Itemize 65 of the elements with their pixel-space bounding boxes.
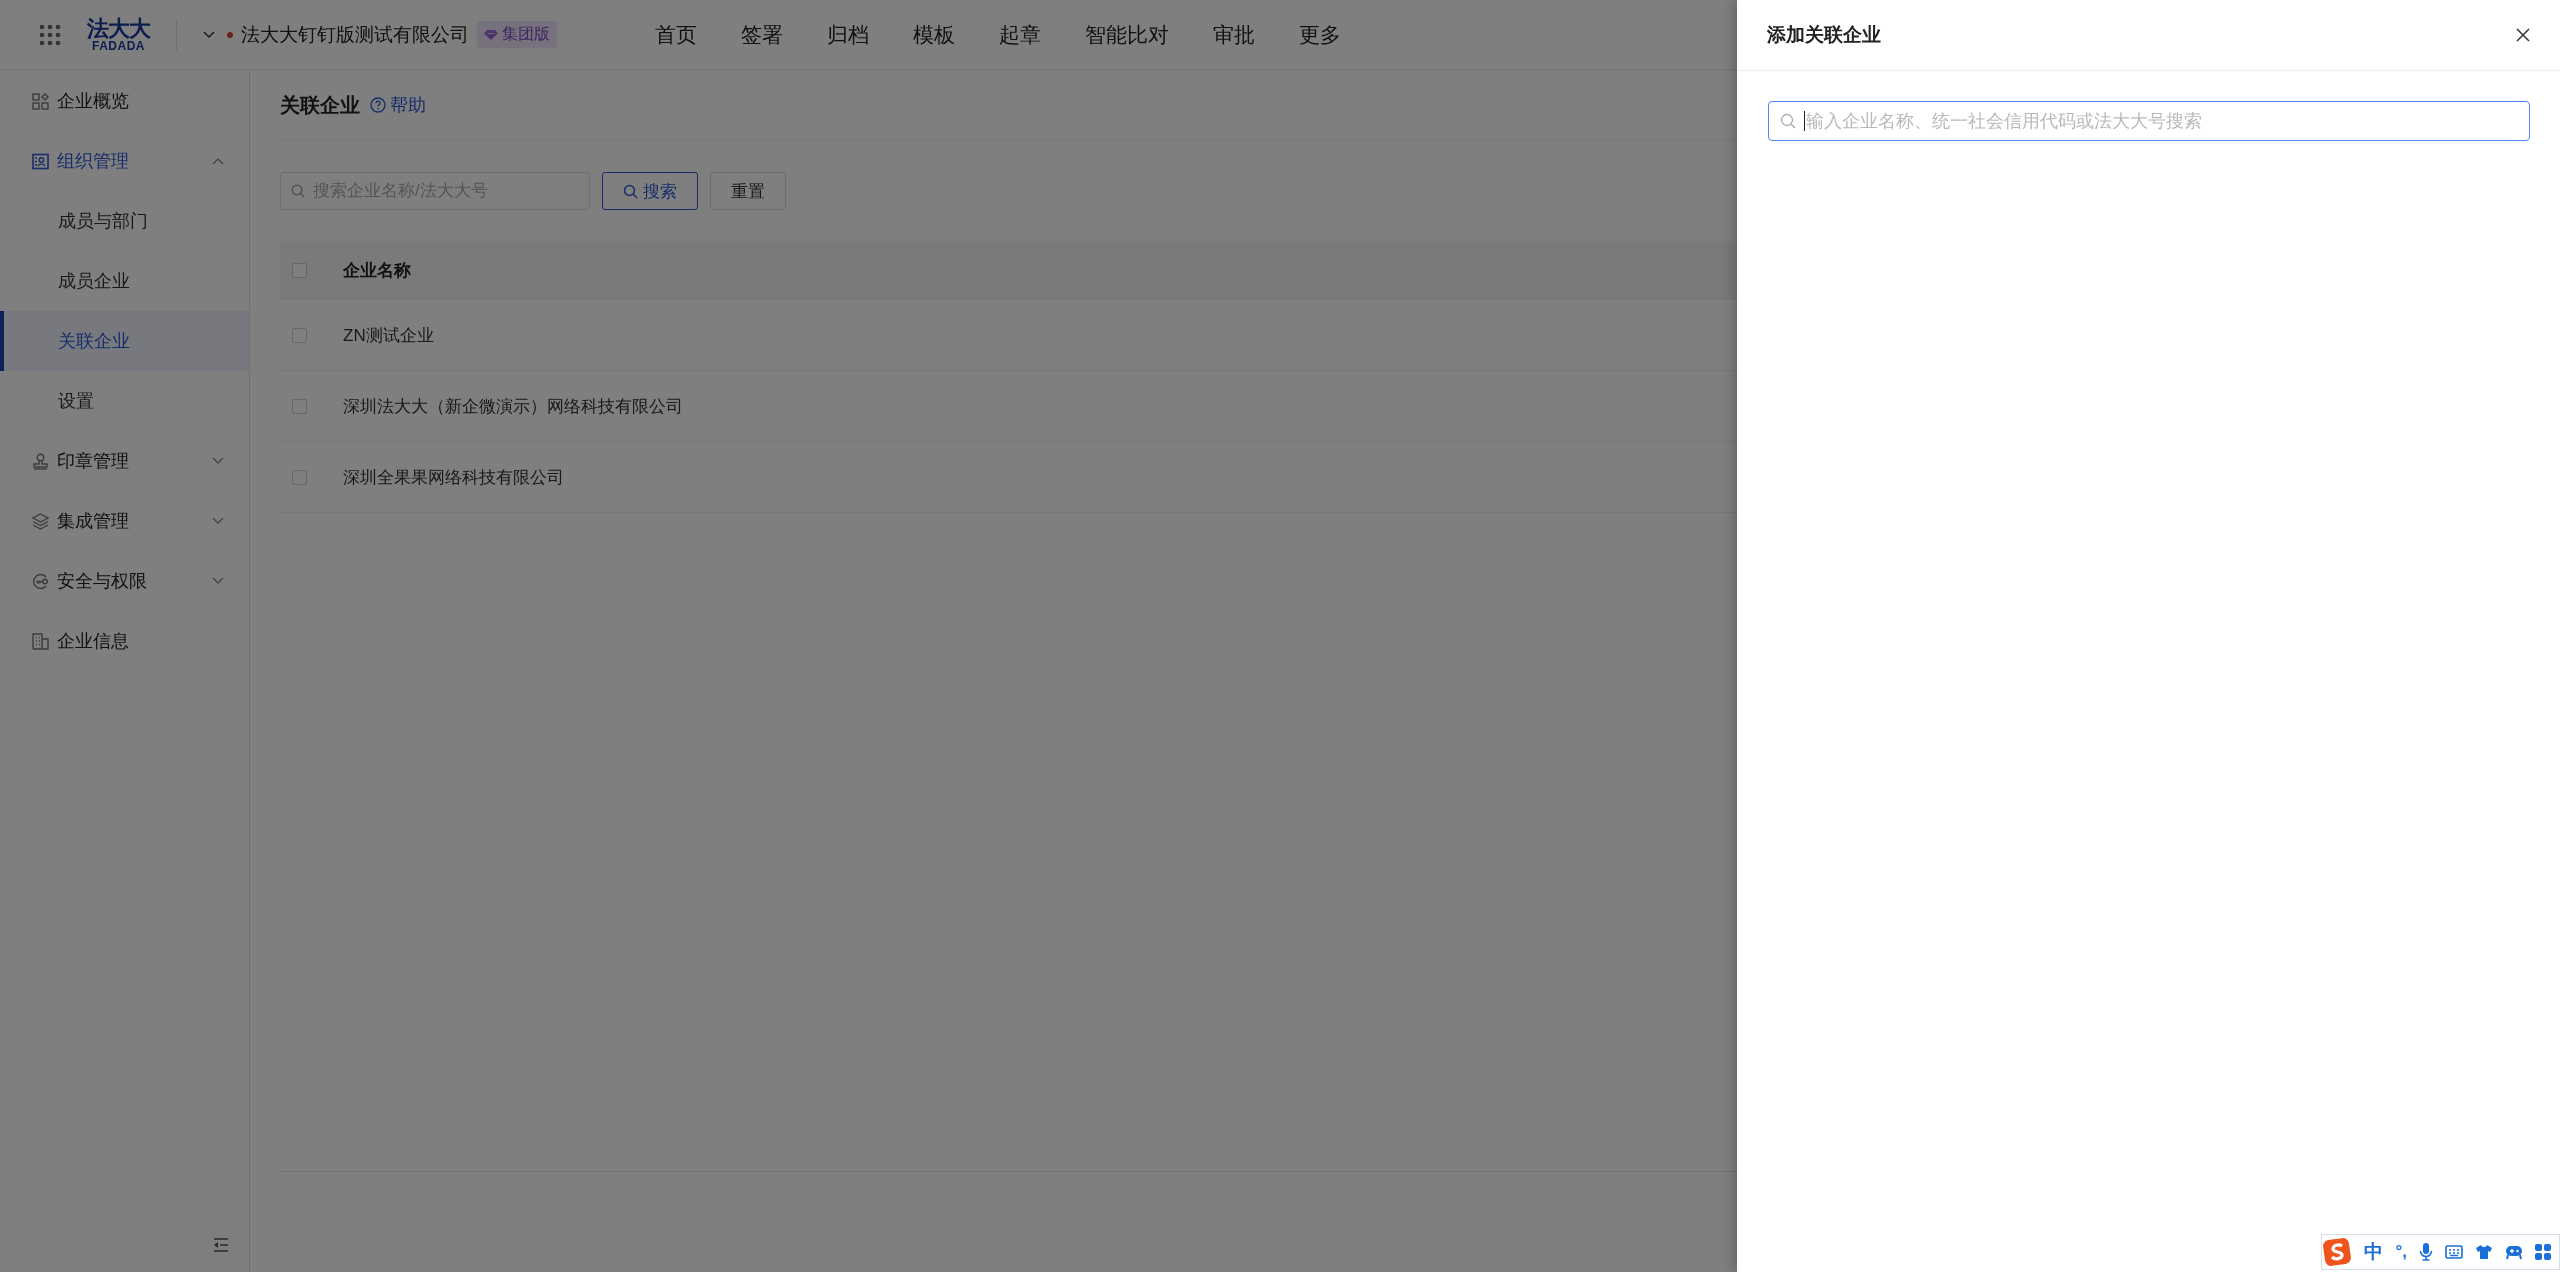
logo[interactable]: 法大大 FADADA	[87, 17, 150, 52]
app-grid-icon[interactable]	[39, 23, 61, 46]
sidebar-label: 安全与权限	[57, 570, 148, 593]
nav-link[interactable]: 首页	[655, 20, 697, 49]
gamepad-icon[interactable]	[2505, 1244, 2523, 1260]
reset-button[interactable]: 重置	[710, 172, 786, 210]
help-icon	[370, 97, 386, 113]
sidebar-label: 企业信息	[57, 630, 130, 653]
checkbox[interactable]	[292, 327, 307, 343]
sidebar-item[interactable]: 企业概览	[0, 71, 249, 131]
table-cell-text: 深圳法大大（新企微演示）网络科技有限公司	[343, 395, 683, 418]
table-cell-text: ZN测试企业	[343, 324, 434, 347]
sidebar-item[interactable]: 印章管理	[0, 431, 249, 491]
shirt-icon[interactable]	[2475, 1244, 2493, 1260]
checkbox[interactable]	[292, 469, 307, 485]
sidebar-item[interactable]: 成员与部门	[0, 191, 249, 251]
sidebar-label: 组织管理	[57, 150, 130, 173]
grid-apps-icon[interactable]	[2535, 1244, 2551, 1260]
search-icon	[623, 183, 638, 199]
search-icon	[1780, 113, 1796, 129]
punctuation-toggle[interactable]: °,	[2395, 1242, 2407, 1262]
search-button[interactable]: 搜索	[602, 172, 698, 210]
drawer-title: 添加关联企业	[1767, 23, 1881, 47]
sidebar-item[interactable]: 安全与权限	[0, 551, 249, 611]
sidebar-item[interactable]: 设置	[0, 371, 249, 431]
sidebar-label: 印章管理	[57, 450, 130, 473]
sidebar-label: 企业概览	[57, 90, 130, 113]
stamp-icon	[32, 452, 49, 470]
close-icon[interactable]	[2516, 28, 2530, 42]
help-link[interactable]: 帮助	[370, 93, 426, 117]
sidebar-item[interactable]: 集成管理	[0, 491, 249, 551]
checkbox[interactable]	[292, 398, 307, 414]
dashboard-icon	[32, 92, 49, 110]
sidebar-label: 集成管理	[57, 510, 130, 533]
text-cursor	[1804, 111, 1805, 131]
nav-link[interactable]: 智能比对	[1085, 20, 1169, 49]
sidebar-item[interactable]: 企业信息	[0, 611, 249, 671]
building-icon	[32, 632, 49, 650]
search-icon	[291, 184, 305, 198]
nav-link[interactable]: 模板	[913, 20, 955, 49]
sidebar-item[interactable]: 关联企业	[0, 311, 249, 371]
ime-logo-icon[interactable]	[2322, 1237, 2353, 1267]
contact-card-icon	[32, 152, 49, 170]
chevron-down-icon[interactable]	[203, 30, 215, 39]
checkbox[interactable]	[292, 262, 307, 278]
sidebar-item[interactable]: 组织管理	[0, 131, 249, 191]
sidebar-item[interactable]: 成员企业	[0, 251, 249, 311]
company-name[interactable]: 法大大钉钉版测试有限公司	[241, 21, 469, 48]
plan-badge: 集团版	[477, 21, 557, 48]
keyboard-icon[interactable]	[2445, 1245, 2463, 1259]
input-mode-toggle[interactable]: 中	[2364, 1239, 2384, 1265]
nav-link[interactable]: 归档	[827, 20, 869, 49]
nav-link[interactable]: 签署	[741, 20, 783, 49]
nav-link[interactable]: 审批	[1213, 20, 1255, 49]
layers-icon	[32, 512, 49, 530]
nav-link[interactable]: 更多	[1299, 20, 1341, 49]
collapse-menu-icon[interactable]	[213, 1238, 229, 1252]
page-title: 关联企业	[280, 92, 360, 118]
gem-icon	[484, 28, 498, 41]
status-dot	[227, 31, 233, 38]
key-icon	[32, 572, 49, 590]
nav-link[interactable]: 起章	[999, 20, 1041, 49]
table-cell-text: 深圳全果果网络科技有限公司	[343, 466, 564, 489]
column-header: 企业名称	[343, 259, 411, 282]
microphone-icon[interactable]	[2419, 1243, 2433, 1261]
